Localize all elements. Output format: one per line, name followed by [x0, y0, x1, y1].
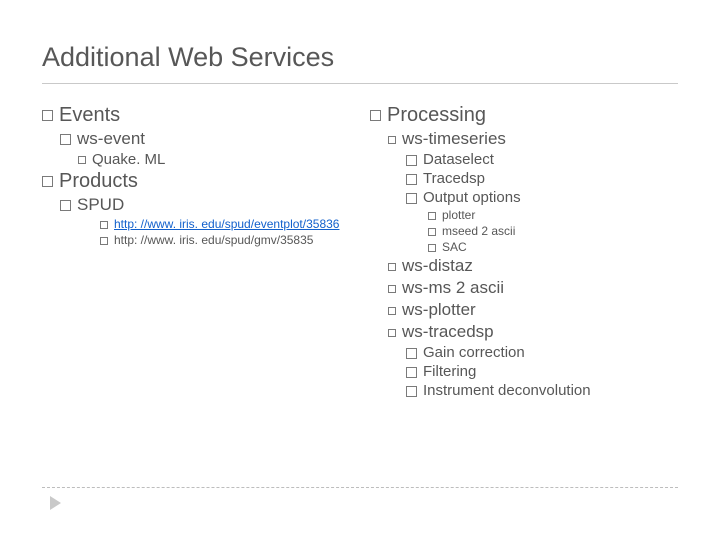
- filtering-label: Filtering: [423, 363, 476, 380]
- spud-link-2-item: http: //www. iris. edu/spud/gmv/35835: [100, 233, 350, 247]
- ws-event-label: ws-event: [77, 129, 145, 148]
- checkbox-icon: [100, 221, 108, 229]
- spud-link-1-item: http: //www. iris. edu/spud/eventplot/35…: [100, 217, 350, 231]
- checkbox-icon: [428, 228, 436, 236]
- content-columns: Events ws-event Quake. ML Products SPUD …: [42, 102, 678, 401]
- footer-divider: [42, 487, 678, 488]
- checkbox-icon: [100, 237, 108, 245]
- checkbox-icon: [42, 176, 53, 187]
- products-heading: Products: [42, 170, 350, 193]
- output-plotter-label: plotter: [442, 208, 475, 222]
- ws-timeseries-label: ws-timeseries: [402, 129, 506, 148]
- gain-item: Gain correction: [406, 344, 678, 361]
- right-column: Processing ws-timeseries Dataselect Trac…: [350, 102, 678, 401]
- checkbox-icon: [388, 329, 396, 337]
- output-mseed-label: mseed 2 ascii: [442, 224, 515, 238]
- quakeml-label: Quake. ML: [92, 151, 165, 168]
- checkbox-icon: [406, 348, 417, 359]
- output-plotter-item: plotter: [428, 208, 678, 222]
- checkbox-icon: [406, 367, 417, 378]
- dataselect-item: Dataselect: [406, 151, 678, 168]
- output-options-label: Output options: [423, 189, 521, 206]
- checkbox-icon: [406, 174, 417, 185]
- left-column: Events ws-event Quake. ML Products SPUD …: [42, 102, 350, 401]
- dataselect-label: Dataselect: [423, 151, 494, 168]
- processing-label: Processing: [387, 104, 486, 126]
- checkbox-icon: [428, 212, 436, 220]
- checkbox-icon: [42, 110, 53, 121]
- checkbox-icon: [60, 134, 71, 145]
- output-sac-item: SAC: [428, 240, 678, 254]
- output-mseed-item: mseed 2 ascii: [428, 224, 678, 238]
- ws-distaz-label: ws-distaz: [402, 256, 473, 275]
- processing-heading: Processing: [370, 104, 678, 127]
- quakeml-item: Quake. ML: [78, 151, 350, 168]
- instrument-label: Instrument deconvolution: [423, 382, 591, 399]
- products-label: Products: [59, 170, 138, 192]
- page-title: Additional Web Services: [42, 42, 678, 84]
- tracedsp-label: Tracedsp: [423, 170, 485, 187]
- checkbox-icon: [370, 110, 381, 121]
- ws-distaz-item: ws-distaz: [388, 256, 678, 276]
- output-sac-label: SAC: [442, 240, 467, 254]
- checkbox-icon: [78, 156, 86, 164]
- checkbox-icon: [388, 136, 396, 144]
- ws-tracedsp-item: ws-tracedsp: [388, 322, 678, 342]
- checkbox-icon: [428, 244, 436, 252]
- events-label: Events: [59, 104, 120, 126]
- instrument-item: Instrument deconvolution: [406, 382, 678, 399]
- events-heading: Events: [42, 104, 350, 127]
- gain-label: Gain correction: [423, 344, 525, 361]
- ws-plotter-label: ws-plotter: [402, 300, 476, 319]
- ws-plotter-item: ws-plotter: [388, 300, 678, 320]
- checkbox-icon: [406, 155, 417, 166]
- filtering-item: Filtering: [406, 363, 678, 380]
- checkbox-icon: [388, 263, 396, 271]
- tracedsp-item: Tracedsp: [406, 170, 678, 187]
- ws-ms2ascii-label: ws-ms 2 ascii: [402, 278, 504, 297]
- output-options-item: Output options: [406, 189, 678, 206]
- checkbox-icon: [60, 200, 71, 211]
- ws-ms2ascii-item: ws-ms 2 ascii: [388, 278, 678, 298]
- checkbox-icon: [388, 307, 396, 315]
- checkbox-icon: [406, 386, 417, 397]
- checkbox-icon: [388, 285, 396, 293]
- arrow-right-icon: [50, 496, 61, 510]
- spud-link-2: http: //www. iris. edu/spud/gmv/35835: [114, 233, 313, 247]
- spud-label: SPUD: [77, 195, 124, 214]
- spud-item: SPUD: [60, 195, 350, 215]
- checkbox-icon: [406, 193, 417, 204]
- ws-event-item: ws-event: [60, 129, 350, 149]
- ws-timeseries-item: ws-timeseries: [388, 129, 678, 149]
- spud-link-1[interactable]: http: //www. iris. edu/spud/eventplot/35…: [114, 217, 339, 231]
- ws-tracedsp-label: ws-tracedsp: [402, 322, 494, 341]
